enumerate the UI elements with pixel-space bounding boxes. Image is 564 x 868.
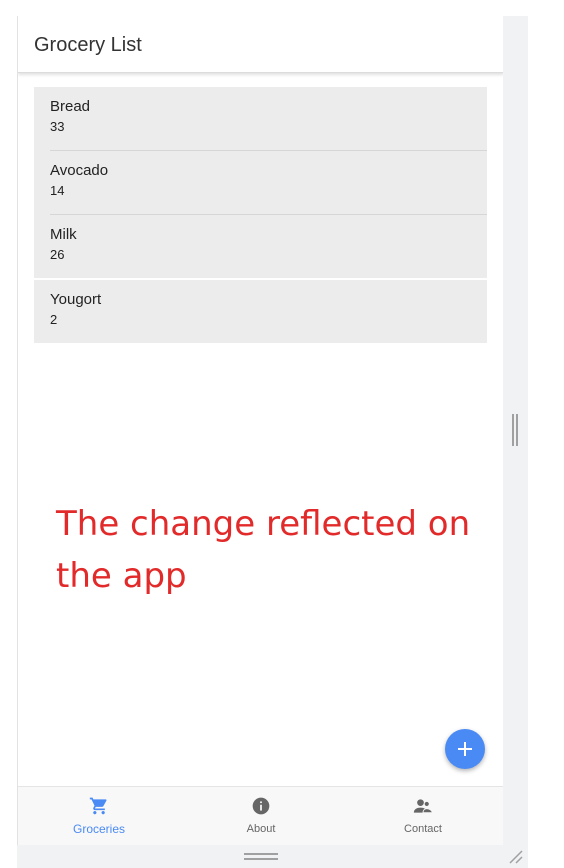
list-item[interactable]: Milk 26 — [34, 215, 487, 279]
nav-item-groceries[interactable]: Groceries — [18, 787, 180, 845]
item-name: Yougort — [50, 291, 102, 308]
item-name: Bread — [50, 98, 91, 115]
vertical-resize-handle[interactable] — [512, 414, 518, 446]
contacts-icon — [413, 799, 433, 814]
nav-item-contact[interactable]: Contact — [342, 787, 503, 845]
list-item[interactable]: Bread 33 — [34, 87, 487, 151]
nav-item-about[interactable]: About — [180, 787, 342, 845]
nav-label-contact: Contact — [404, 823, 442, 835]
bottom-navigation: Groceries About Contact — [18, 786, 503, 845]
nav-label-groceries: Groceries — [72, 822, 125, 836]
plus-icon — [458, 742, 472, 756]
item-name: Avocado — [50, 162, 109, 179]
info-icon — [252, 797, 270, 815]
cart-icon — [89, 797, 107, 815]
list-item[interactable]: Avocado 14 — [34, 151, 487, 215]
app-header: Grocery List — [18, 16, 503, 73]
item-quantity: 2 — [50, 312, 58, 327]
nav-label-about: About — [246, 823, 276, 835]
horizontal-resize-handle[interactable] — [244, 853, 278, 860]
page-title: Grocery List — [34, 34, 142, 56]
item-quantity: 26 — [50, 247, 65, 262]
item-quantity: 33 — [50, 119, 65, 134]
add-item-button[interactable] — [445, 729, 485, 769]
annotation-text: The change reflected on the app — [56, 504, 471, 596]
item-quantity: 14 — [50, 183, 65, 198]
grocery-list: Bread 33 Avocado 14 Milk 26 Yougort 2 — [34, 87, 487, 343]
item-name: Milk — [50, 226, 77, 243]
app-window: Grocery List Bread 33 Avocado 14 Milk 26… — [17, 16, 503, 845]
corner-resize-icon[interactable] — [506, 847, 524, 865]
list-item[interactable]: Yougort 2 — [34, 280, 487, 344]
